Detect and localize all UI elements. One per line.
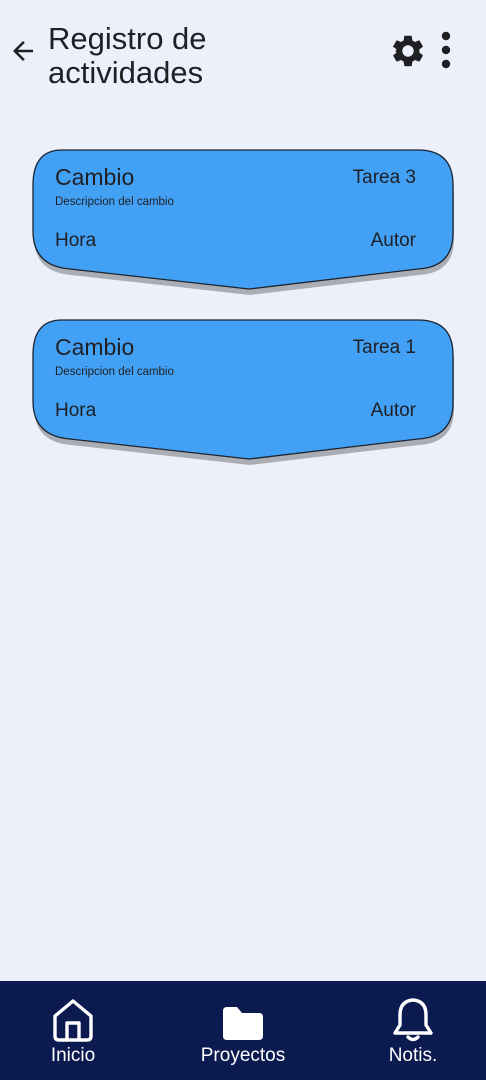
author-label: Autor — [370, 230, 416, 251]
task-label: Tarea 1 — [352, 337, 416, 358]
nav-item-inicio[interactable]: Inicio — [23, 981, 123, 1080]
change-description: Descripcion del cambio — [55, 196, 174, 208]
change-title: Cambio — [55, 334, 135, 360]
app-header: Registro de actividades — [0, 0, 486, 110]
more-vertical-icon — [441, 31, 451, 69]
activity-card[interactable]: Cambio Tarea 3 Descripcion del cambio Ho… — [30, 148, 456, 296]
nav-label: Proyectos — [200, 1045, 286, 1066]
author-label: Autor — [370, 400, 416, 421]
time-label: Hora — [55, 400, 97, 421]
task-label: Tarea 3 — [352, 167, 416, 188]
bottom-navigation: Inicio Proyectos Notis. — [0, 981, 486, 1080]
change-title: Cambio — [55, 164, 135, 190]
gear-icon — [392, 35, 423, 67]
home-icon — [53, 999, 93, 1042]
nav-item-notis[interactable]: Notis. — [363, 981, 463, 1080]
nav-label: Notis. — [388, 1045, 438, 1066]
activity-card[interactable]: Cambio Tarea 1 Descripcion del cambio Ho… — [30, 318, 456, 466]
page-title: Registro de actividades — [48, 21, 207, 90]
folder-icon — [223, 1007, 263, 1040]
settings-button[interactable] — [388, 31, 428, 71]
back-button[interactable] — [6, 34, 40, 68]
nav-label: Inicio — [50, 1045, 96, 1066]
arrow-left-icon — [13, 41, 33, 61]
change-description: Descripcion del cambio — [55, 366, 174, 378]
bell-icon — [393, 998, 433, 1042]
nav-item-proyectos[interactable]: Proyectos — [183, 981, 303, 1080]
more-options-button[interactable] — [432, 29, 460, 71]
time-label: Hora — [55, 230, 97, 251]
